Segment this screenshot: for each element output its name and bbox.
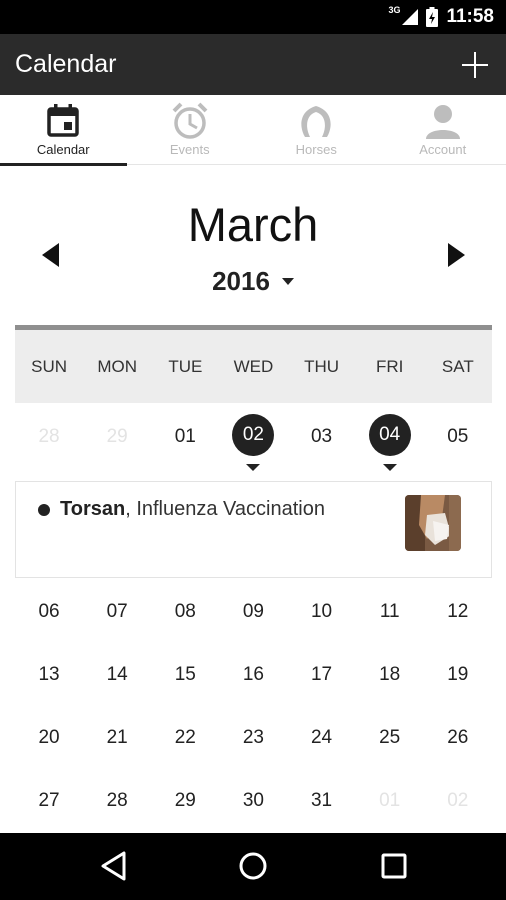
day-cell[interactable]: 22 (151, 707, 219, 769)
event-item[interactable]: Torsan, Influenza Vaccination (38, 498, 325, 521)
weekday-label: SAT (441, 357, 474, 376)
day-cell[interactable]: 20 (15, 707, 83, 769)
day-cell[interactable]: 03 (288, 406, 356, 468)
day-cell-with-event[interactable]: 04 (356, 406, 424, 468)
signal-icon (402, 9, 419, 25)
calendar-icon (47, 104, 79, 137)
day-cell[interactable]: 21 (83, 707, 151, 769)
tab-calendar[interactable]: Calendar (0, 95, 127, 166)
day-cell[interactable]: 27 (15, 770, 83, 832)
weekday-label: FRI (375, 357, 404, 376)
horse-photo-thumbnail[interactable] (405, 495, 461, 551)
weekday-label: MON (97, 357, 138, 376)
next-month-arrow-icon[interactable] (448, 243, 465, 267)
day-cell[interactable]: 02 (424, 770, 492, 832)
day-cell[interactable]: 29 (151, 770, 219, 832)
weekday-label: TUE (168, 357, 203, 376)
recent-apps-icon[interactable] (377, 849, 411, 883)
day-cell[interactable]: 24 (288, 707, 356, 769)
day-cell[interactable]: 31 (288, 770, 356, 832)
clock: 11:58 (446, 6, 494, 27)
tab-label: Account (419, 142, 467, 157)
previous-month-arrow-icon[interactable] (42, 243, 59, 267)
home-icon[interactable] (236, 849, 270, 883)
horse-photo-image (405, 495, 461, 551)
day-cell[interactable]: 01 (356, 770, 424, 832)
event-details-panel: Torsan, Influenza Vaccination (15, 481, 492, 578)
tab-label: Horses (295, 142, 337, 157)
event-bullet-icon (38, 504, 50, 516)
day-cell[interactable]: 23 (219, 707, 287, 769)
battery-icon (426, 7, 439, 27)
day-cell[interactable]: 16 (219, 644, 287, 706)
day-cell[interactable]: 13 (15, 644, 83, 706)
alarm-clock-icon (172, 102, 208, 139)
day-cell[interactable]: 28 (15, 406, 83, 468)
back-icon[interactable] (97, 849, 131, 883)
day-cell[interactable]: 11 (356, 581, 424, 643)
calendar-week: 20 21 22 23 24 25 26 (15, 707, 492, 769)
tab-label: Calendar (36, 142, 90, 157)
day-cell[interactable]: 07 (83, 581, 151, 643)
year-value: 2016 (212, 266, 270, 296)
weekday-header: SUN MON TUE WED THU FRI SAT (15, 325, 492, 403)
calendar-week: 27 28 29 30 31 01 02 (15, 770, 492, 832)
add-event-button[interactable] (462, 52, 488, 78)
day-cell[interactable]: 06 (15, 581, 83, 643)
day-cell[interactable]: 30 (219, 770, 287, 832)
day-cell[interactable]: 14 (83, 644, 151, 706)
event-description: , Influenza Vaccination (125, 498, 325, 520)
status-bar: 3G 11:58 (0, 0, 506, 34)
calendar-week: 06 07 08 09 10 11 12 (15, 581, 492, 643)
day-cell[interactable]: 09 (219, 581, 287, 643)
weekday-label: WED (233, 357, 274, 376)
weekday-label: SUN (31, 357, 68, 376)
tab-horses[interactable]: Horses (253, 95, 380, 165)
day-cell[interactable]: 12 (424, 581, 492, 643)
weekday-label: THU (304, 357, 340, 376)
network-type: 3G (388, 5, 401, 15)
app-title: Calendar (15, 50, 117, 78)
day-cell[interactable]: 15 (151, 644, 219, 706)
status-icons: 3G 11:58 (388, 0, 494, 34)
day-cell-with-event[interactable]: 02 (219, 406, 287, 468)
calendar-week: 28 29 01 02 03 04 05 (15, 406, 492, 468)
tab-events[interactable]: Events (127, 95, 254, 165)
tab-label: Events (169, 142, 210, 157)
day-cell[interactable]: 28 (83, 770, 151, 832)
event-horse-name: Torsan (60, 498, 126, 520)
day-cell[interactable]: 01 (151, 406, 219, 468)
day-cell[interactable]: 05 (424, 406, 492, 468)
month-title: March (187, 198, 319, 251)
app-bar: Calendar (0, 34, 506, 95)
dropdown-caret-icon (281, 277, 294, 285)
day-cell[interactable]: 17 (288, 644, 356, 706)
tab-account[interactable]: Account (380, 95, 506, 165)
day-cell[interactable]: 18 (356, 644, 424, 706)
day-cell[interactable]: 19 (424, 644, 492, 706)
calendar-week: 13 14 15 16 17 18 19 (15, 644, 492, 706)
tab-bar: Calendar Events Horses Account (0, 95, 506, 166)
day-cell[interactable]: 25 (356, 707, 424, 769)
horseshoe-icon (301, 106, 331, 137)
day-cell[interactable]: 26 (424, 707, 492, 769)
day-cell[interactable]: 29 (83, 406, 151, 468)
day-cell[interactable]: 10 (288, 581, 356, 643)
person-icon (425, 105, 460, 139)
system-navigation-bar (0, 833, 506, 900)
day-cell[interactable]: 08 (151, 581, 219, 643)
year-dropdown[interactable]: 2016 (0, 266, 506, 297)
